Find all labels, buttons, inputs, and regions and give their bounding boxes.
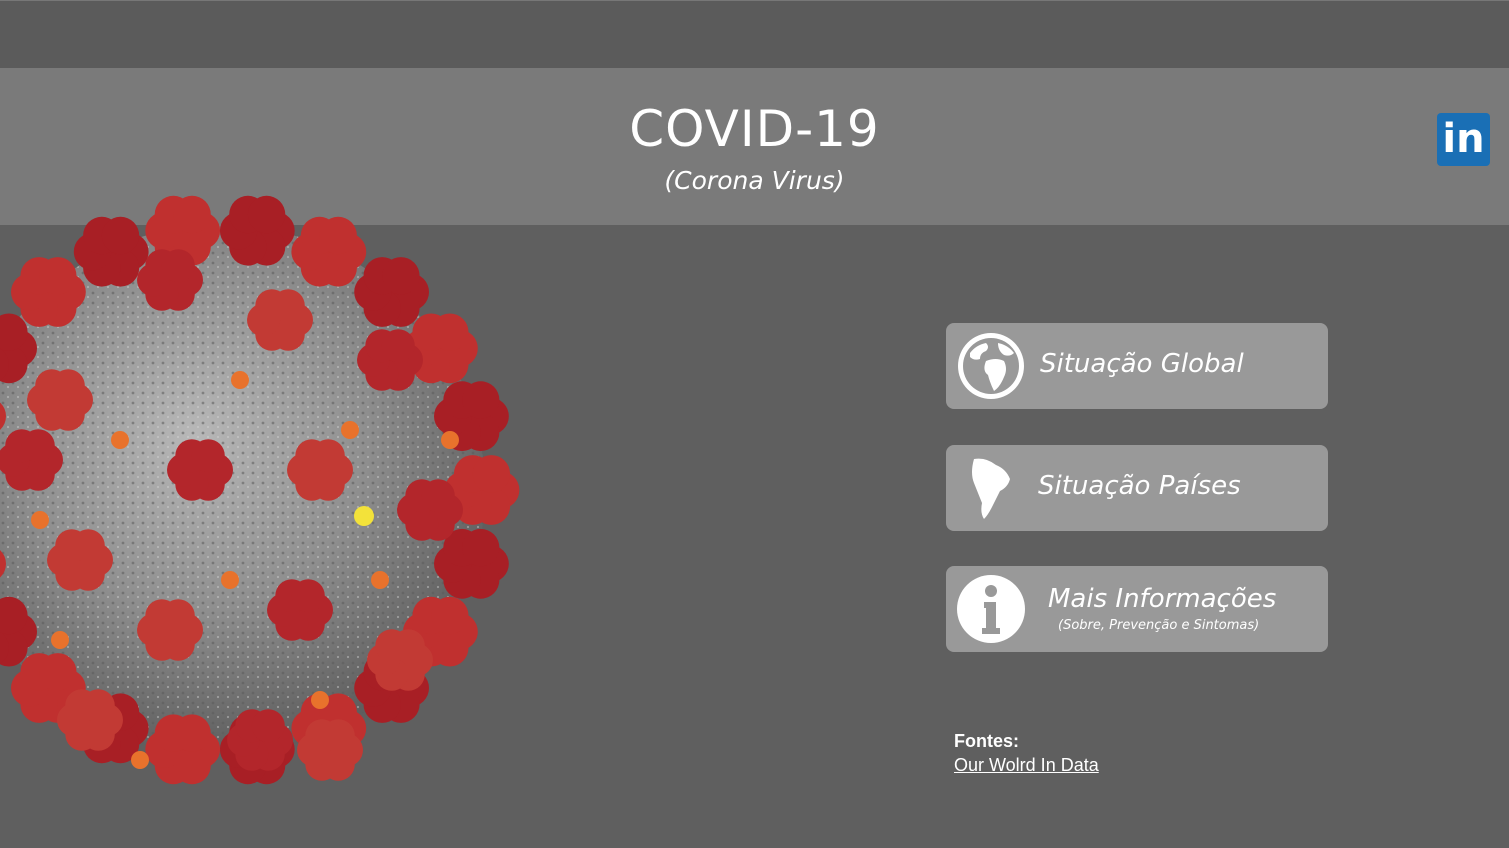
virus-spike <box>434 528 509 599</box>
top-strip <box>0 0 1509 68</box>
page-title: COVID-19 <box>629 100 880 158</box>
situacao-paises-label: Situação Países <box>1038 471 1241 501</box>
page: COVID-19 (Corona Virus) in Situação Glob… <box>0 0 1509 848</box>
virus-protein-dot <box>31 511 49 529</box>
virus-protein-dot <box>221 571 239 589</box>
linkedin-icon[interactable]: in <box>1437 113 1490 166</box>
sources-label: Fontes: <box>954 731 1019 751</box>
mais-informacoes-button[interactable]: Mais Informações (Sobre, Prevenção e Sin… <box>946 566 1328 652</box>
virus-protein-dot <box>341 421 359 439</box>
virus-protein-dot <box>111 431 129 449</box>
virus-protein-dot <box>371 571 389 589</box>
virus-protein-dot <box>131 751 149 769</box>
situacao-global-label: Situação Global <box>1040 349 1244 379</box>
mais-informacoes-label: Mais Informações <box>1048 584 1277 614</box>
situacao-global-button[interactable]: Situação Global <box>946 323 1328 409</box>
virus-protein-dot <box>231 371 249 389</box>
virus-protein-dot <box>441 431 459 449</box>
mais-informacoes-sublabel: (Sobre, Prevenção e Sintomas) <box>1058 618 1260 633</box>
info-icon <box>957 575 1025 643</box>
virus-protein-dot <box>354 506 374 526</box>
globe-icon <box>958 333 1024 399</box>
virus-protein-dot <box>311 691 329 709</box>
linkedin-label: in <box>1442 116 1485 162</box>
virus-spike <box>57 689 123 751</box>
situacao-paises-button[interactable]: Situação Países <box>946 445 1328 531</box>
page-subtitle: (Corona Virus) <box>664 166 845 195</box>
south-america-icon <box>972 458 1010 519</box>
coronavirus-illustration <box>0 195 520 785</box>
sources-link[interactable]: Our Wolrd In Data <box>954 755 1099 776</box>
virus-protein-dot <box>51 631 69 649</box>
